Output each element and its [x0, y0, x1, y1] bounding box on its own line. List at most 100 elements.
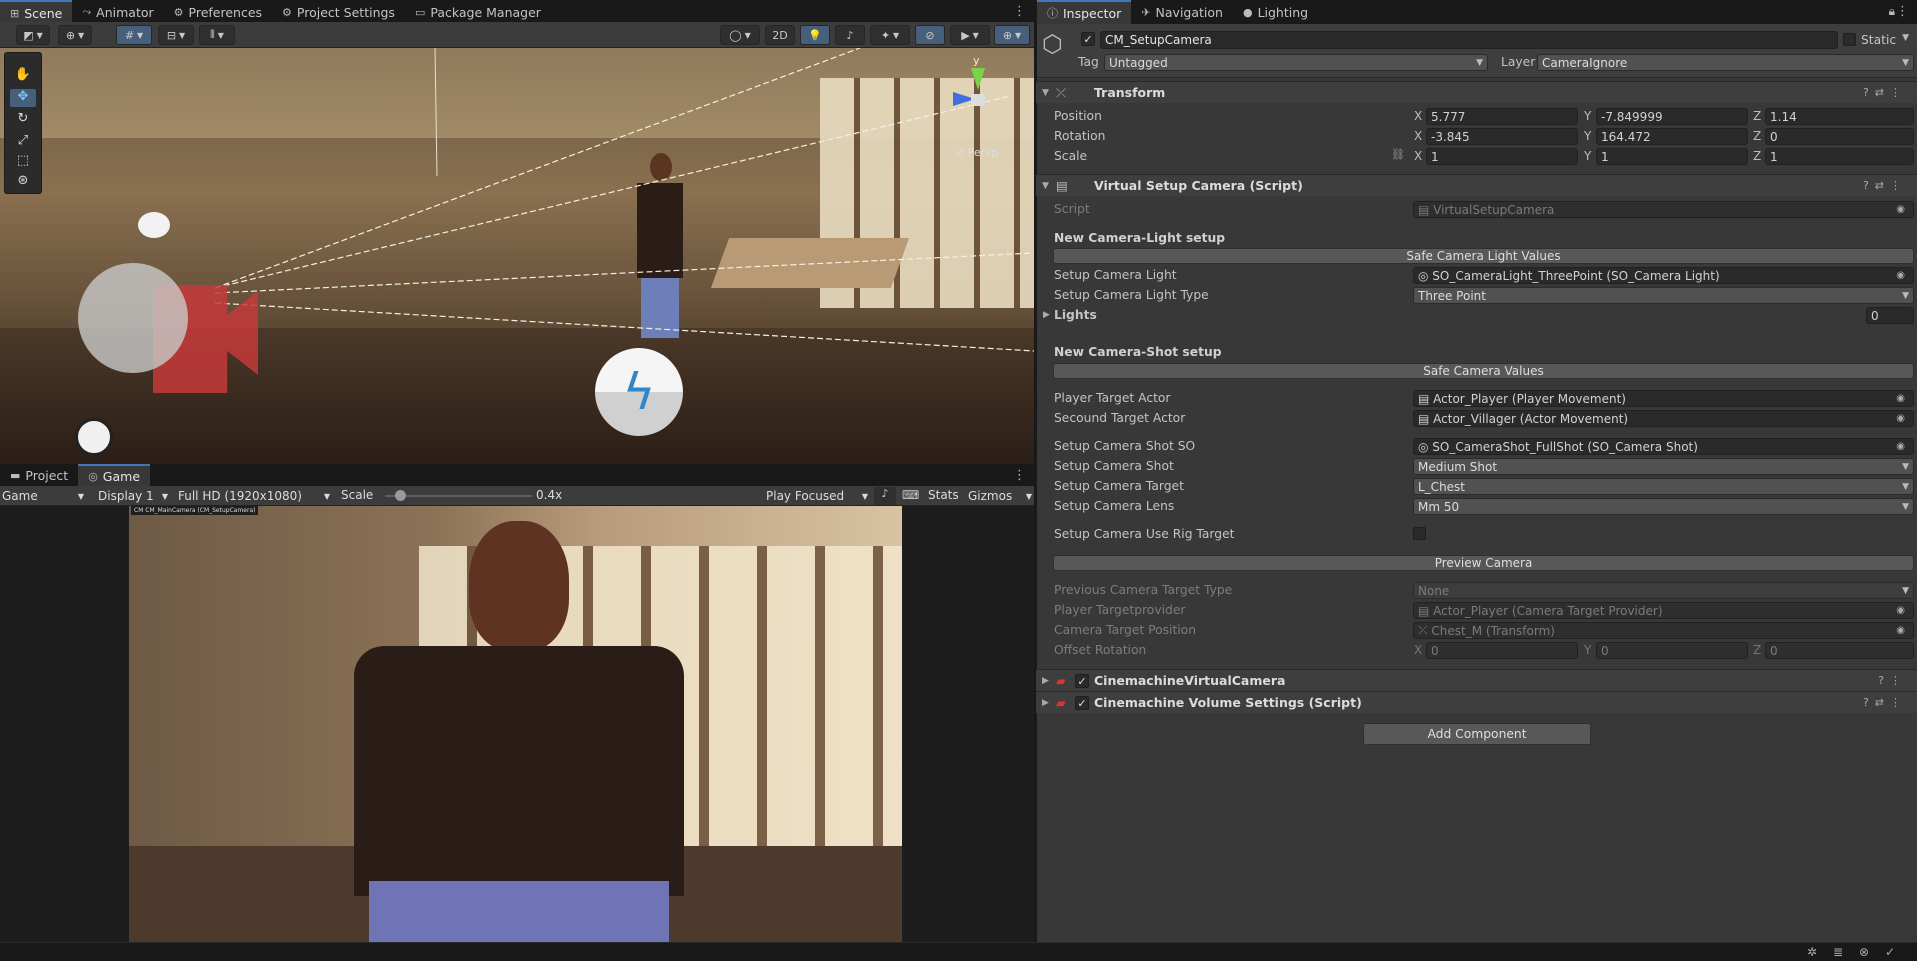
shading-button[interactable]: ◯ ▼ [720, 25, 760, 45]
resolution-dropdown[interactable]: Full HD (1920x1080) ▼ [178, 487, 332, 505]
tab-lighting[interactable]: ● Lighting [1233, 0, 1318, 24]
static-checkbox[interactable] [1843, 33, 1856, 46]
player-target-field[interactable]: ▤ Actor_Player (Player Movement) ◉ [1413, 390, 1914, 407]
tab-scene[interactable]: ⊞ Scene [0, 0, 73, 24]
view-dropdown[interactable]: Game ▼ [2, 487, 88, 505]
play-mode-dropdown[interactable]: Play Focused ▼ [766, 487, 870, 505]
add-component-button[interactable]: Add Component [1363, 723, 1591, 745]
position-z-field[interactable]: 1.14 [1765, 108, 1914, 125]
camera-lens-dropdown[interactable]: Mm 50 ▼ [1413, 498, 1914, 515]
stats-button[interactable]: Stats [928, 488, 959, 502]
scene-menu-icon[interactable]: ⋮ [1013, 4, 1026, 19]
rotate-tool-icon[interactable]: ↻ [10, 111, 36, 129]
scale-y-field[interactable]: 1 [1596, 148, 1748, 165]
inspector-menu-icon[interactable]: ⋮ [1896, 4, 1909, 19]
component-actions-icon[interactable]: ?⇄⋮ [1863, 86, 1907, 99]
game-menu-icon[interactable]: ⋮ [1013, 468, 1026, 483]
effects-button[interactable]: ✦ ▼ [870, 25, 910, 45]
tab-inspector[interactable]: ⓘ Inspector [1037, 0, 1132, 24]
cinemachine-volume-header[interactable]: ▶ ▰ ✓ Cinemachine Volume Settings (Scrip… [1036, 691, 1917, 713]
cinemachine-virtual-camera-header[interactable]: ▶ ▰ ✓ CinemachineVirtualCamera ?⋮ [1036, 669, 1917, 691]
object-picker-icon[interactable]: ◉ [1896, 441, 1905, 452]
camera-shot-dropdown[interactable]: Medium Shot ▼ [1413, 458, 1914, 475]
bug-icon[interactable]: ✲ [1807, 945, 1817, 959]
align-button[interactable]: ⫴ ▼ [199, 25, 235, 45]
layer-dropdown[interactable]: CameraIgnore ▼ [1537, 54, 1914, 71]
orientation-gizmo[interactable]: y < Persp [945, 52, 1025, 159]
object-picker-icon[interactable]: ◉ [1896, 270, 1905, 281]
tab-navigation[interactable]: ✈ Navigation [1131, 0, 1233, 24]
setup-light-field[interactable]: ◎ SO_CameraLight_ThreePoint (SO_Camera L… [1413, 267, 1914, 284]
safe-camera-values-button[interactable]: Safe Camera Values [1053, 363, 1914, 379]
component-actions-icon[interactable]: ?⋮ [1878, 674, 1907, 687]
virtual-camera-gizmo[interactable] [78, 212, 288, 398]
tab-preferences[interactable]: ⚙ Preferences [164, 0, 272, 24]
2d-toggle[interactable]: 2D [765, 25, 795, 45]
scale-slider[interactable] [385, 490, 532, 501]
static-dropdown-icon[interactable]: ▼ [1902, 33, 1909, 43]
global-local-button[interactable]: ⊕ ▼ [58, 25, 92, 45]
increment-snap-button[interactable]: ⊟ ▼ [158, 25, 194, 45]
scale-tool-icon[interactable]: ⤢ [10, 133, 36, 151]
position-x-field[interactable]: 5.777 [1426, 108, 1578, 125]
shot-so-field[interactable]: ◎ SO_CameraShot_FullShot (SO_Camera Shot… [1413, 438, 1914, 455]
virtual-setup-camera-header[interactable]: ▼ ▤ Virtual Setup Camera (Script) ?⇄⋮ [1036, 174, 1917, 196]
tab-project-settings[interactable]: ⚙ Project Settings [272, 0, 405, 24]
preview-camera-button[interactable]: Preview Camera [1053, 555, 1914, 571]
draw-mode-button[interactable]: ◩ ▼ [16, 25, 50, 45]
lighting-toggle[interactable]: 💡 [800, 25, 830, 45]
component-enabled-checkbox[interactable]: ✓ [1075, 696, 1089, 710]
second-target-field[interactable]: ▤ Actor_Villager (Actor Movement) ◉ [1413, 410, 1914, 427]
check-icon[interactable]: ✓ [1885, 945, 1895, 959]
tab-game[interactable]: ◎ Game [78, 464, 151, 486]
lightning-icon[interactable]: ϟ [595, 348, 683, 436]
scale-slider-handle[interactable] [394, 490, 406, 501]
gizmos-scene-button[interactable]: ⊕ ▼ [994, 25, 1030, 45]
rect-tool-icon[interactable]: ⬚ [10, 153, 36, 171]
scene-viewport[interactable]: ϟ ✋ ✥ ↻ ⤢ ⬚ ⊛ y < Persp [0, 48, 1034, 464]
display-dropdown[interactable]: Display 1 ▼ [98, 487, 170, 505]
lights-count-field[interactable]: 0 [1866, 307, 1914, 324]
persp-label[interactable]: < Persp [955, 146, 998, 159]
rotation-y-field[interactable]: 164.472 [1596, 128, 1748, 145]
camera-settings-button[interactable]: ▶ ▼ [950, 25, 990, 45]
camera-target-dropdown[interactable]: L_Chest ▼ [1413, 478, 1914, 495]
gizmos-dropdown[interactable]: Gizmos ▼ [968, 487, 1032, 505]
safe-light-values-button[interactable]: Safe Camera Light Values [1053, 248, 1914, 264]
object-picker-icon[interactable]: ◉ [1896, 393, 1905, 404]
object-picker-icon[interactable]: ◉ [1896, 413, 1905, 424]
keyboard-icon[interactable]: ⌨ [902, 488, 919, 502]
transform-tool-icon[interactable]: ⊛ [10, 173, 36, 191]
rotation-z-field[interactable]: 0 [1765, 128, 1914, 145]
scale-x-field[interactable]: 1 [1426, 148, 1578, 165]
game-render[interactable]: CM CM_MainCamera (CM_SetupCamera) [129, 506, 902, 942]
foldout-arrow-icon[interactable]: ▶ [1043, 310, 1050, 320]
active-checkbox[interactable]: ✓ [1081, 32, 1095, 46]
database-icon[interactable]: ≣ [1833, 945, 1843, 959]
rotation-x-field[interactable]: -3.845 [1426, 128, 1578, 145]
component-actions-icon[interactable]: ?⇄⋮ [1863, 696, 1907, 709]
hidden-toggle[interactable]: ⊘ [915, 25, 945, 45]
object-name-input[interactable]: CM_SetupCamera [1100, 31, 1838, 49]
move-tool-icon[interactable]: ✥ [10, 89, 36, 107]
hand-tool-icon[interactable]: ✋ [10, 67, 36, 85]
network-icon[interactable]: ⊗ [1859, 945, 1869, 959]
tab-project[interactable]: ▬ Project [0, 464, 78, 486]
lights-label[interactable]: Lights [1054, 308, 1097, 322]
tag-dropdown[interactable]: Untagged ▼ [1104, 54, 1488, 71]
component-enabled-checkbox[interactable]: ✓ [1075, 674, 1089, 688]
grid-snap-button[interactable]: # ▼ [116, 25, 152, 45]
lock-icon[interactable]: 🔒︎ [1889, 4, 1895, 19]
link-icon[interactable]: ⛓ [1391, 148, 1405, 161]
rig-target-checkbox[interactable] [1413, 527, 1426, 540]
position-y-field[interactable]: -7.849999 [1596, 108, 1748, 125]
transform-header[interactable]: ▼ ⤫ Transform ?⇄⋮ [1036, 81, 1917, 103]
tab-animator[interactable]: ⤳ Animator [72, 0, 163, 24]
audio-toggle[interactable]: ♪ [835, 25, 865, 45]
scale-z-field[interactable]: 1 [1765, 148, 1914, 165]
chevron-down-icon: ▼ [1902, 481, 1909, 492]
tab-package-manager[interactable]: ▭ Package Manager [405, 0, 551, 24]
component-actions-icon[interactable]: ?⇄⋮ [1863, 179, 1907, 192]
light-type-dropdown[interactable]: Three Point ▼ [1413, 287, 1914, 304]
mute-audio-icon[interactable]: ♪ [874, 487, 896, 505]
